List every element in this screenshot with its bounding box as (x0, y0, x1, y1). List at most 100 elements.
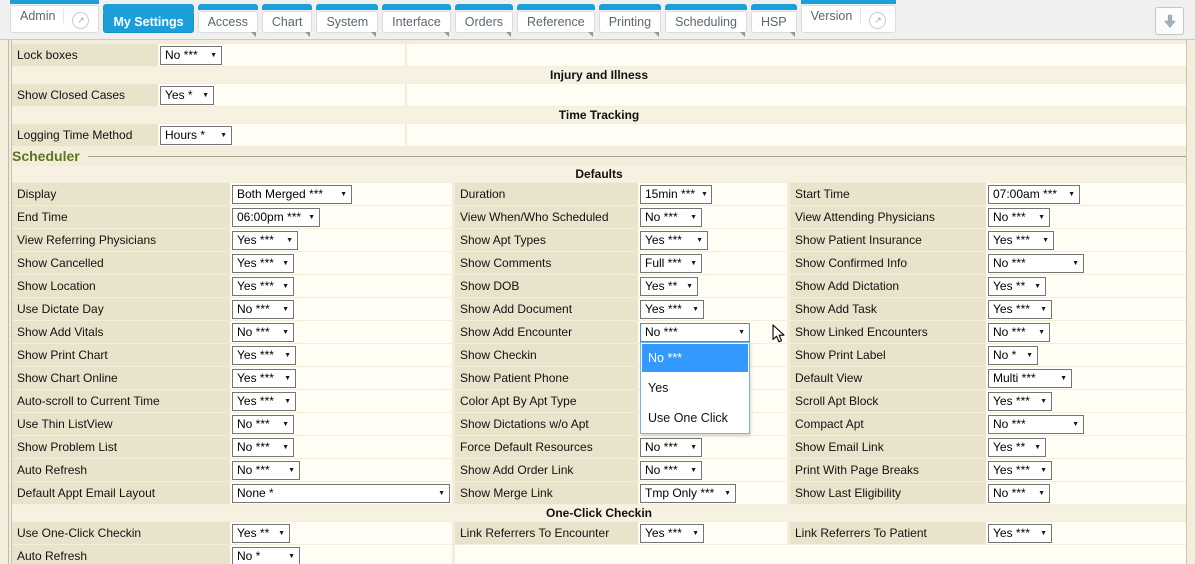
dropdown-caret-icon: ▼ (701, 191, 708, 198)
setting-value-cell: Yes ***▼ (230, 344, 452, 366)
show-email-link-select[interactable]: Yes **▼ (988, 438, 1046, 457)
show-dob-select[interactable]: Yes **▼ (640, 277, 698, 296)
dropdown-option[interactable]: Yes (641, 373, 749, 403)
setting-value-cell: No ***▼No ***YesUse One Click (638, 321, 787, 343)
tab-printing[interactable]: Printing (599, 11, 661, 33)
section-header-time-tracking: Time Tracking (12, 107, 1186, 123)
setting-value-cell: Yes ***▼ (986, 298, 1186, 320)
dropdown-option[interactable]: No *** (642, 344, 748, 372)
tab-interface[interactable]: Interface (382, 11, 451, 33)
tab-hsp[interactable]: HSP (751, 11, 797, 33)
default-appt-email-layout-select[interactable]: None *▼ (232, 484, 450, 503)
setting-value-cell: Yes **▼ (230, 522, 452, 544)
dropdown-caret-icon: ▼ (1040, 467, 1047, 474)
link-referrers-to-patient-select[interactable]: Yes ***▼ (988, 524, 1052, 543)
setting-label: Scroll Apt Block (790, 390, 986, 412)
show-add-encounter-select[interactable]: No ***▼ (640, 323, 750, 342)
show-add-order-link-select[interactable]: No ***▼ (640, 461, 702, 480)
select-value: Yes *** (993, 463, 1030, 477)
view-referring-physicians-select[interactable]: Yes ***▼ (232, 231, 298, 250)
show-linked-encounters-select[interactable]: No ***▼ (988, 323, 1050, 342)
setting-label-text: Color Apt By Apt Type (460, 394, 577, 408)
tab-chart[interactable]: Chart (262, 11, 313, 33)
tab-my-settings[interactable]: My Settings (103, 11, 193, 33)
setting-label-text: Use Thin ListView (17, 417, 113, 431)
show-closed-cases-select[interactable]: Yes *▼ (160, 86, 214, 105)
section-divider (88, 156, 1186, 157)
tab-orders[interactable]: Orders (455, 11, 513, 33)
setting-value-cell: 06:00pm ***▼ (230, 206, 452, 228)
setting-row: Use One-Click CheckinYes **▼Link Referre… (12, 522, 1186, 544)
link-referrers-to-encounter-select[interactable]: Yes ***▼ (640, 524, 704, 543)
show-cancelled-select[interactable]: Yes ***▼ (232, 254, 294, 273)
show-location-select[interactable]: Yes ***▼ (232, 277, 294, 296)
setting-label: Lock boxes (12, 44, 158, 66)
view-when-who-scheduled-select[interactable]: No ***▼ (640, 208, 702, 227)
setting-label-text: Start Time (795, 187, 850, 201)
show-add-task-select[interactable]: Yes ***▼ (988, 300, 1052, 319)
setting-label: Show Add Task (790, 298, 986, 320)
dropdown-caret-icon: ▼ (692, 530, 699, 537)
auto-refresh-select[interactable]: No ***▼ (232, 461, 300, 480)
force-default-resources-select[interactable]: No ***▼ (640, 438, 702, 457)
setting-label-text: Show Confirmed Info (795, 256, 907, 270)
setting-label: Show Add Document (455, 298, 638, 320)
show-patient-insurance-select[interactable]: Yes ***▼ (988, 231, 1054, 250)
empty-cell (407, 84, 1186, 106)
tab-admin[interactable]: Admin↗ (10, 5, 99, 33)
setting-label-text: Show Problem List (17, 440, 117, 454)
auto-refresh-select[interactable]: No *▼ (232, 547, 300, 564)
auto-scroll-to-current-time-select[interactable]: Yes ***▼ (232, 392, 296, 411)
setting-label: Logging Time Method (12, 124, 158, 146)
setting-label-text: Show DOB (460, 279, 519, 293)
use-thin-listview-select[interactable]: No ***▼ (232, 415, 294, 434)
dropdown-caret-icon: ▼ (282, 329, 289, 336)
dropdown-caret-icon: ▼ (282, 306, 289, 313)
show-add-dictation-select[interactable]: Yes **▼ (988, 277, 1046, 296)
setting-label-text: View Attending Physicians (795, 210, 935, 224)
duration-select[interactable]: 15min ***▼ (640, 185, 712, 204)
show-problem-list-select[interactable]: No ***▼ (232, 438, 294, 457)
end-time-select[interactable]: 06:00pm ***▼ (232, 208, 320, 227)
show-print-chart-select[interactable]: Yes ***▼ (232, 346, 296, 365)
show-print-label-select[interactable]: No *▼ (988, 346, 1038, 365)
start-time-select[interactable]: 07:00am ***▼ (988, 185, 1080, 204)
show-comments-select[interactable]: Full ***▼ (640, 254, 702, 273)
tab-label: Admin (20, 9, 55, 23)
tab-label: Orders (465, 15, 503, 29)
show-last-eligibility-select[interactable]: No ***▼ (988, 484, 1050, 503)
setting-value-cell: Yes ***▼ (230, 390, 452, 412)
view-attending-physicians-select[interactable]: No ***▼ (988, 208, 1050, 227)
setting-label: Use Dictate Day (12, 298, 230, 320)
setting-value-cell: 15min ***▼ (638, 183, 787, 205)
setting-value-cell: Yes ***▼ (230, 275, 452, 297)
setting-label-text: Logging Time Method (17, 128, 132, 142)
tab-version[interactable]: Version↗ (801, 5, 897, 33)
select-value: Yes *** (237, 256, 274, 270)
tab-scheduling[interactable]: Scheduling (665, 11, 747, 33)
default-view-select[interactable]: Multi ***▼ (988, 369, 1072, 388)
show-apt-types-select[interactable]: Yes ***▼ (640, 231, 708, 250)
tab-reference[interactable]: Reference (517, 11, 595, 33)
logging-time-method-select[interactable]: Hours *▼ (160, 126, 232, 145)
print-with-page-breaks-select[interactable]: Yes *** ▼ (988, 461, 1052, 480)
show-merge-link-select[interactable]: Tmp Only ***▼ (640, 484, 736, 503)
scroll-apt-block-select[interactable]: Yes ***▼ (988, 392, 1052, 411)
use-one-click-checkin-select[interactable]: Yes **▼ (232, 524, 290, 543)
compact-apt-select[interactable]: No ***▼ (988, 415, 1084, 434)
use-dictate-day-select[interactable]: No ***▼ (232, 300, 294, 319)
dropdown-caret-icon: ▼ (738, 329, 745, 336)
display-select[interactable]: Both Merged ***▼ (232, 185, 352, 204)
show-add-vitals-select[interactable]: No ***▼ (232, 323, 294, 342)
setting-label-text: Show Last Eligibility (795, 486, 901, 500)
dropdown-option[interactable]: Use One Click (641, 403, 749, 433)
show-confirmed-info-select[interactable]: No ***▼ (988, 254, 1084, 273)
tab-access[interactable]: Access (198, 11, 258, 33)
tab-system[interactable]: System (316, 11, 378, 33)
download-button[interactable] (1155, 7, 1184, 35)
show-add-document-select[interactable]: Yes ***▼ (640, 300, 704, 319)
lock-boxes-select[interactable]: No ***▼ (160, 46, 222, 65)
setting-label-text: Show Cancelled (17, 256, 104, 270)
show-chart-online-select[interactable]: Yes ***▼ (232, 369, 296, 388)
select-value: Yes * (165, 88, 193, 102)
